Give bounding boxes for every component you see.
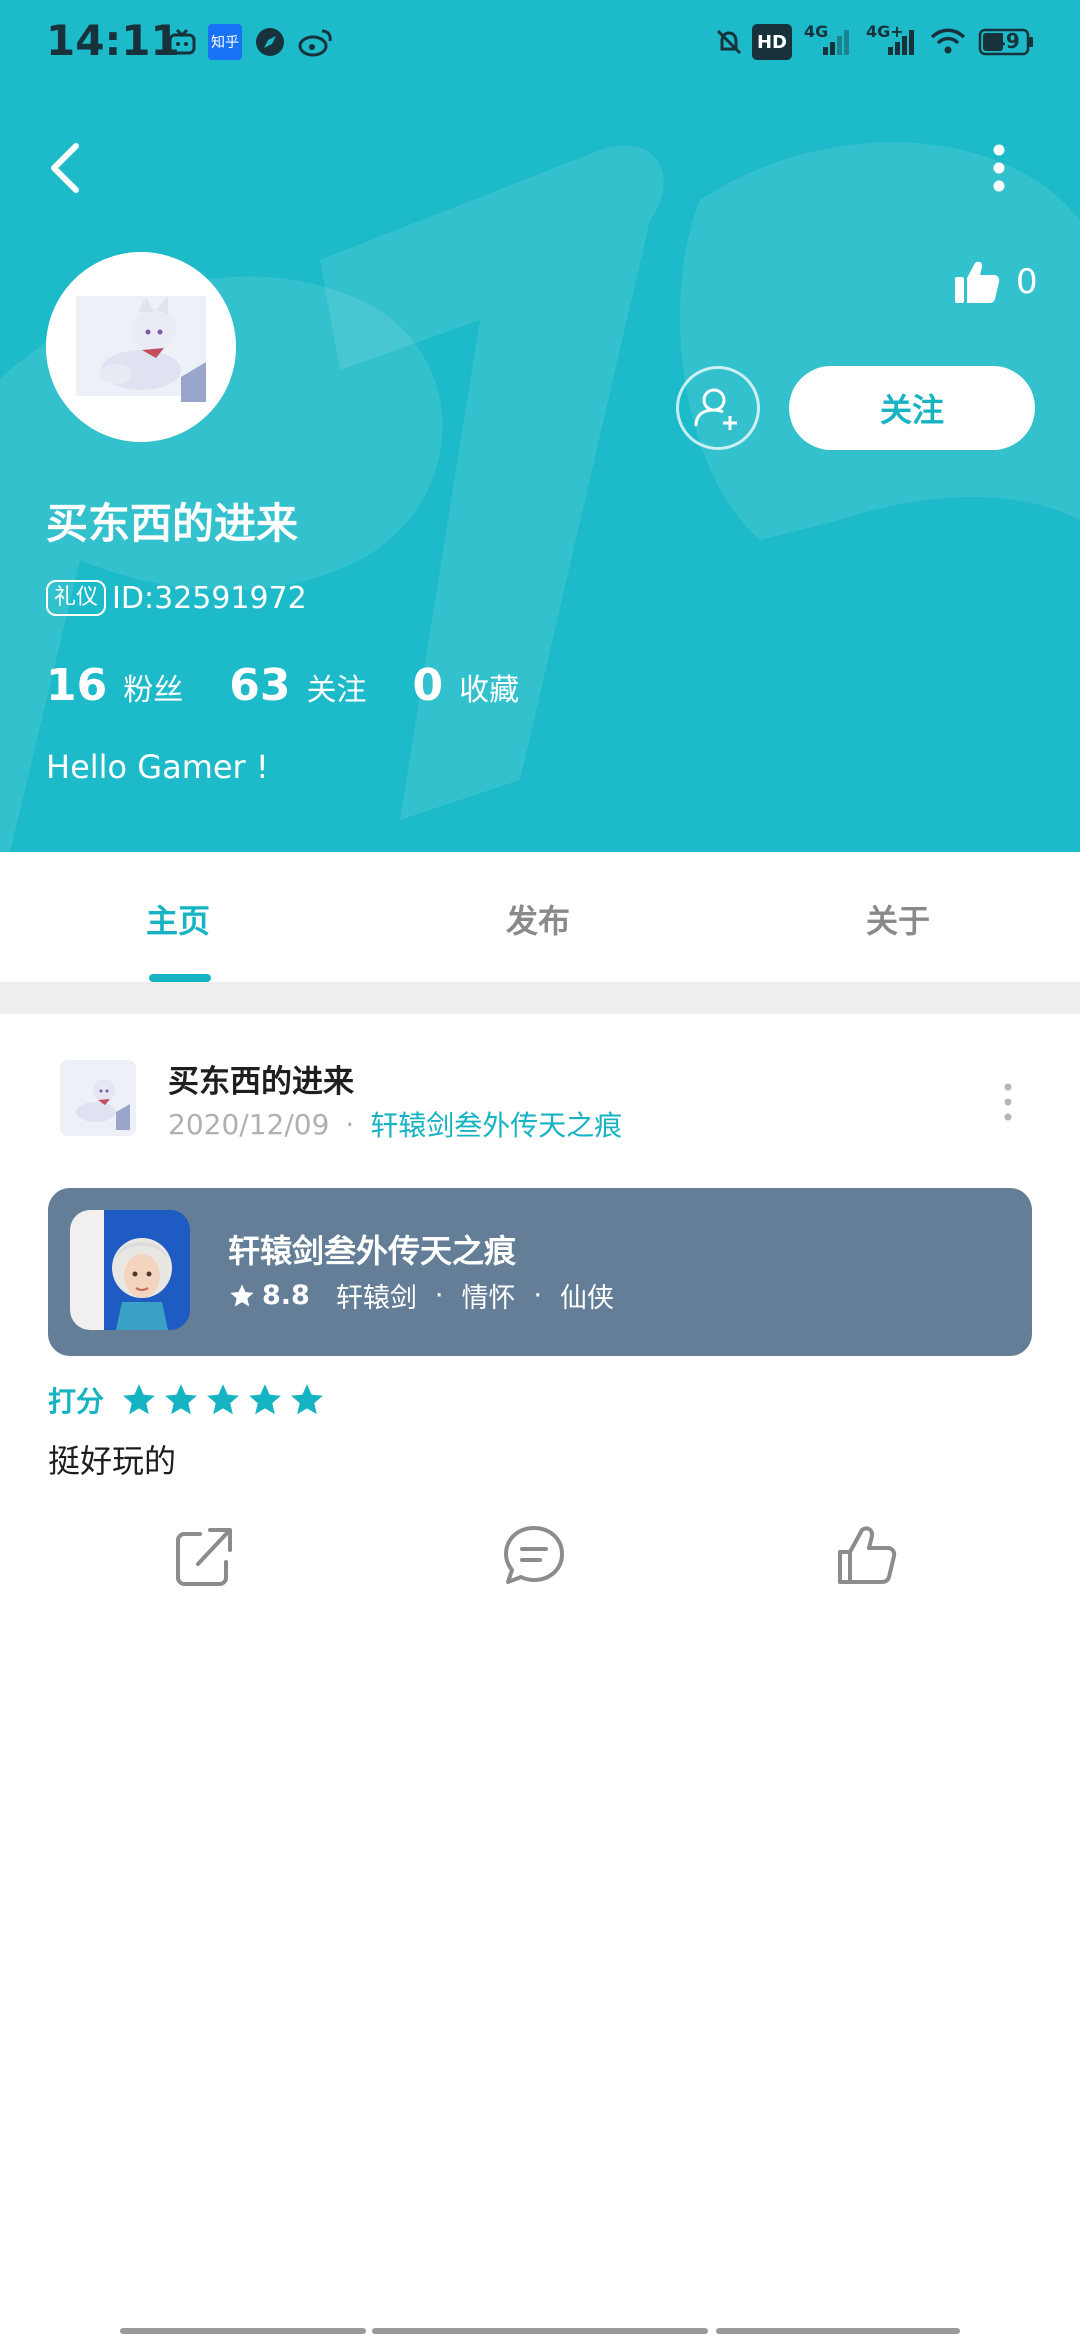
following-label[interactable]: 关注 — [306, 665, 366, 709]
rating-row: 打分 — [48, 1380, 330, 1420]
share-icon — [176, 1528, 232, 1586]
meta-separator: · — [345, 1107, 355, 1141]
rating-label: 打分 — [48, 1385, 105, 1418]
star-icon — [230, 1283, 254, 1306]
active-tab-indicator — [149, 974, 211, 982]
favorites-label[interactable]: 收藏 — [459, 665, 519, 709]
thumbs-up-icon — [838, 1526, 897, 1584]
battery-level: 49 — [992, 29, 1020, 53]
tab-home[interactable]: 主页 — [146, 896, 210, 942]
user-add-icon — [694, 388, 737, 430]
nav-gesture-bar[interactable] — [372, 2328, 708, 2334]
game-icon — [70, 1210, 190, 1330]
share-button[interactable] — [168, 1520, 240, 1592]
star-icon — [249, 1384, 281, 1415]
following-count[interactable]: 63 — [229, 660, 290, 711]
game-card[interactable]: 轩辕剑叁外传天之痕 8.8 轩辕剑 · 情怀 · 仙侠 — [48, 1188, 1032, 1356]
tab-about[interactable]: 关于 — [866, 896, 930, 942]
profile-username: 买东西的进来 — [46, 499, 299, 548]
section-divider — [0, 982, 1080, 1014]
more-vertical-icon — [1004, 1083, 1012, 1121]
compass-icon — [252, 24, 288, 60]
post-more-button[interactable] — [996, 1080, 1020, 1124]
review-text: 挺好玩的 — [48, 1442, 177, 1480]
thumbs-up-icon — [955, 261, 1000, 303]
post-game-link[interactable]: 轩辕剑叁外传天之痕 — [370, 1104, 622, 1144]
like-button[interactable] — [830, 1520, 902, 1592]
post-meta: 2020/12/09 · 轩辕剑叁外传天之痕 — [168, 1104, 622, 1144]
profile-stats: 16 粉丝 63 关注 0 收藏 — [46, 660, 565, 711]
profile-id: ID:32591972 — [112, 580, 307, 616]
star-icon — [165, 1384, 197, 1415]
fans-label[interactable]: 粉丝 — [123, 665, 183, 709]
fans-count[interactable]: 16 — [46, 660, 107, 711]
star-icon — [207, 1384, 239, 1415]
signal1-icon — [808, 24, 850, 60]
etiquette-badge[interactable]: 礼仪 — [46, 580, 107, 616]
game-meta: 8.8 轩辕剑 · 情怀 · 仙侠 — [228, 1276, 632, 1315]
profile-bio: Hello Gamer ! — [46, 748, 269, 786]
profile-id-row: 礼仪 ID:32591972 — [46, 580, 307, 616]
comment-icon — [504, 1526, 564, 1584]
add-friend-button[interactable] — [676, 366, 760, 450]
chevron-left-icon — [51, 143, 79, 193]
avatar-image — [60, 1060, 136, 1136]
game-name: 轩辕剑叁外传天之痕 — [228, 1232, 517, 1270]
post-actions — [0, 1520, 1080, 1604]
game-tag: 情怀 — [461, 1283, 516, 1314]
profile-tabs: 主页 发布 关于 — [0, 852, 1080, 982]
nav-gesture-bar[interactable] — [120, 2328, 366, 2334]
profile-header: 14:11 知乎 HD 4G 4G+ 49 0 关注 买东西的进来 礼仪 ID:… — [0, 0, 1080, 852]
zhihu-icon: 知乎 — [208, 24, 242, 60]
wifi-icon — [928, 24, 968, 60]
tv-icon — [164, 24, 200, 60]
game-cover-image — [70, 1210, 190, 1330]
avatar-image — [46, 252, 236, 442]
tag-separator: · — [533, 1280, 543, 1311]
hd-icon: HD — [752, 24, 792, 60]
game-tag: 轩辕剑 — [335, 1283, 417, 1314]
star-icon — [291, 1384, 323, 1415]
more-options-button[interactable] — [978, 138, 1020, 198]
star-icon — [123, 1384, 155, 1415]
more-vertical-icon — [993, 144, 1005, 192]
signal2-icon — [872, 24, 916, 60]
tag-separator: · — [434, 1280, 444, 1311]
post-author-avatar[interactable] — [60, 1060, 136, 1136]
post-author-name[interactable]: 买东西的进来 — [168, 1056, 354, 1101]
back-button[interactable] — [40, 134, 100, 204]
favorites-count[interactable]: 0 — [412, 660, 443, 711]
weibo-icon — [296, 24, 336, 60]
profile-likes-count: 0 — [1016, 262, 1038, 302]
profile-likes[interactable]: 0 — [952, 252, 1038, 312]
post-date: 2020/12/09 — [168, 1107, 330, 1141]
comment-button[interactable] — [498, 1520, 570, 1592]
game-tag: 仙侠 — [560, 1283, 615, 1314]
tab-publish[interactable]: 发布 — [506, 896, 570, 942]
nav-gesture-bar[interactable] — [716, 2328, 960, 2334]
profile-avatar[interactable] — [46, 252, 236, 442]
status-time: 14:11 — [46, 16, 180, 65]
follow-button[interactable]: 关注 — [789, 366, 1035, 450]
game-score: 8.8 — [262, 1280, 310, 1311]
alarm-off-icon — [712, 24, 746, 60]
